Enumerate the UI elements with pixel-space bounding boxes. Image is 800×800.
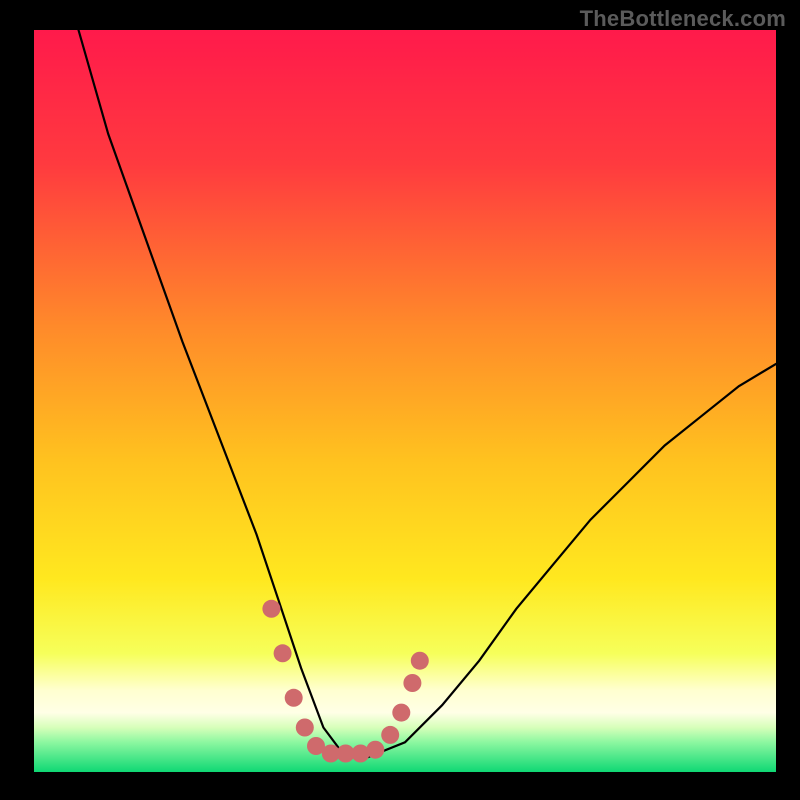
valley-dot xyxy=(274,644,292,662)
chart-stage: TheBottleneck.com xyxy=(0,0,800,800)
plot-area xyxy=(34,30,776,772)
valley-dot xyxy=(403,674,421,692)
valley-dot xyxy=(366,741,384,759)
valley-dot xyxy=(381,726,399,744)
valley-dot xyxy=(285,689,303,707)
watermark-text: TheBottleneck.com xyxy=(580,6,786,32)
bottleneck-chart xyxy=(0,0,800,800)
valley-dot xyxy=(392,704,410,722)
valley-dot xyxy=(296,719,314,737)
valley-dot xyxy=(411,652,429,670)
valley-dot xyxy=(262,600,280,618)
